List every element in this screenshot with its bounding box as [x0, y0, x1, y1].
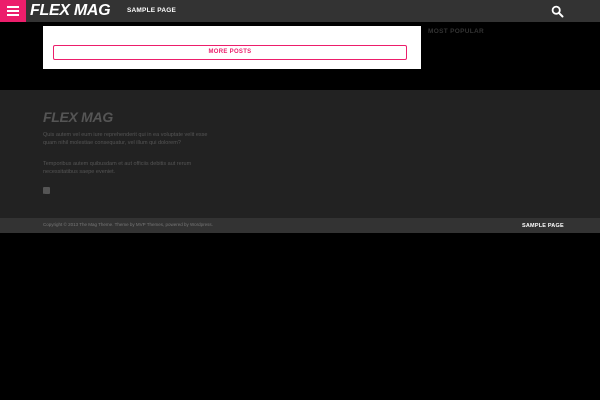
- copyright-text: Copyright © 2013 The Mag Theme. Theme by…: [43, 222, 213, 227]
- footer-bottom-bar: Copyright © 2013 The Mag Theme. Theme by…: [0, 218, 600, 233]
- footer-logo: FLEX MAG: [43, 109, 113, 125]
- rss-icon[interactable]: [43, 187, 50, 200]
- menu-bar-line: [7, 6, 19, 8]
- hamburger-menu-icon[interactable]: [0, 0, 26, 22]
- search-icon[interactable]: [551, 5, 564, 18]
- footer-about-text-2: Temporibus autem quibusdam et aut offici…: [43, 161, 192, 175]
- posts-container: MORE POSTS: [43, 26, 421, 69]
- nav-link-sample-page[interactable]: SAMPLE PAGE: [127, 7, 176, 14]
- menu-bar-line: [7, 10, 19, 12]
- more-posts-button[interactable]: MORE POSTS: [53, 45, 407, 60]
- footer-nav-link-sample-page[interactable]: SAMPLE PAGE: [522, 223, 564, 229]
- footer-about-text-1: Quis autem vel eum iure reprehenderit qu…: [43, 132, 208, 146]
- site-logo[interactable]: FLEX MAG: [30, 2, 111, 20]
- menu-bar-line: [7, 14, 19, 16]
- most-popular-heading: MOST POPULAR: [428, 28, 484, 35]
- site-footer: FLEX MAG Quis autem vel eum iure reprehe…: [0, 90, 600, 218]
- site-header: FLEX MAG SAMPLE PAGE: [0, 0, 600, 22]
